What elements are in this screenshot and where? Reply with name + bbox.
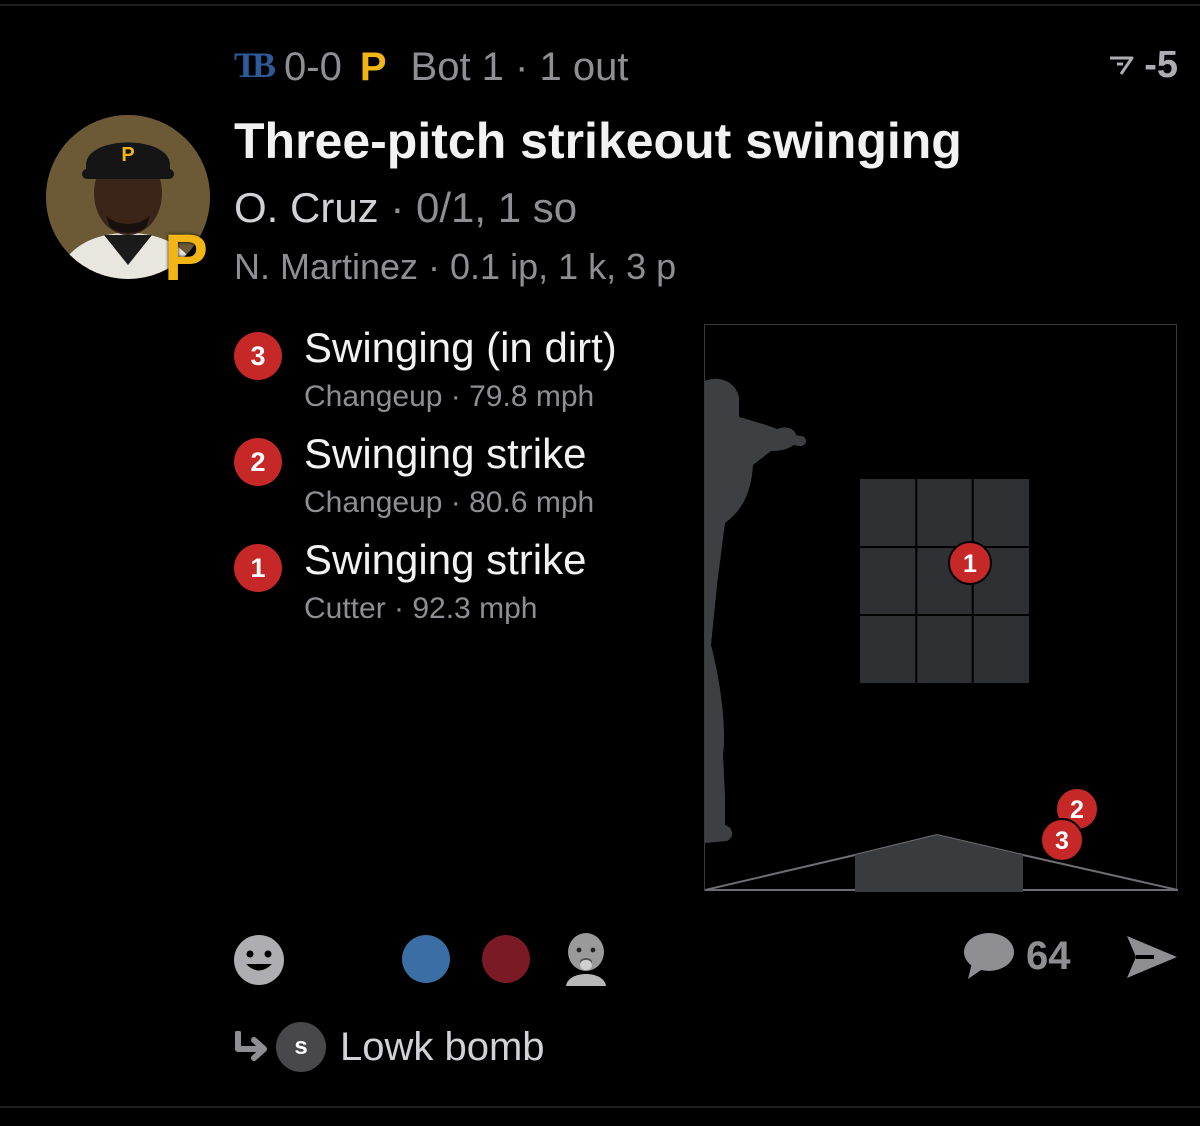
pitch-marker-label: 3 bbox=[1055, 827, 1069, 855]
batter-stats: · 0/1, 1 so bbox=[378, 184, 578, 231]
delta-value: -5 bbox=[1144, 44, 1178, 86]
top-divider bbox=[0, 4, 1200, 6]
pitch-item: 3 Swinging (in dirt) Changeup · 79.8 mph bbox=[232, 324, 692, 436]
pitch-number-badge: 3 bbox=[234, 332, 282, 380]
pitch-detail: Changeup · 80.6 mph bbox=[304, 486, 595, 519]
inning-status: Bot 1 · 1 out bbox=[410, 44, 629, 89]
batter-name[interactable]: O. Cruz bbox=[234, 184, 379, 231]
pitch-list: 3 Swinging (in dirt) Changeup · 79.8 mph… bbox=[232, 324, 692, 648]
pitch-result: Swinging strike bbox=[304, 430, 587, 477]
pitch-marker-1[interactable]: 1 bbox=[948, 541, 992, 585]
strike-zone-panel: 1 23 bbox=[704, 324, 1178, 892]
home-plate bbox=[705, 833, 1178, 892]
game-score-line[interactable]: TB 0-0 P Bot 1 · 1 out bbox=[234, 40, 628, 94]
score: 0-0 bbox=[284, 44, 342, 89]
team-badge: P bbox=[164, 220, 209, 294]
reply-arrow-icon bbox=[235, 1031, 267, 1061]
comment-count: 64 bbox=[1026, 933, 1071, 978]
emoji-icon[interactable] bbox=[232, 933, 286, 987]
home-team-logo: P bbox=[359, 44, 387, 89]
comment-button[interactable]: 64 bbox=[962, 931, 1071, 981]
pitch-item: 1 Swinging strike Cutter · 92.3 mph bbox=[232, 536, 692, 648]
send-icon[interactable] bbox=[1124, 933, 1180, 981]
pitch-number-badge: 1 bbox=[234, 544, 282, 592]
batter-silhouette bbox=[705, 378, 797, 843]
pitch-detail: Changeup · 79.8 mph bbox=[304, 380, 595, 413]
reply-preview[interactable]: s Lowk bomb bbox=[232, 1022, 545, 1072]
action-bar: 64 bbox=[0, 925, 1200, 995]
svg-text:P: P bbox=[121, 144, 134, 166]
pitch-marker-3[interactable]: 3 bbox=[1040, 818, 1084, 862]
pitch-item: 2 Swinging strike Changeup · 80.6 mph bbox=[232, 430, 692, 542]
baby-emoji-icon[interactable] bbox=[560, 930, 612, 986]
play-title: Three-pitch strikeout swinging bbox=[234, 113, 962, 169]
bottom-divider bbox=[0, 1106, 1200, 1108]
pitch-result: Swinging (in dirt) bbox=[304, 324, 617, 371]
pitch-result: Swinging strike bbox=[304, 536, 587, 583]
comment-icon bbox=[964, 933, 1014, 979]
pitcher-line: N. Martinez · 0.1 ip, 1 k, 3 p bbox=[234, 246, 677, 287]
pitch-number-badge: 2 bbox=[234, 438, 282, 486]
strike-zone-graphic: 1 23 bbox=[705, 378, 1178, 892]
reply-avatar: s bbox=[276, 1022, 326, 1072]
reaction-dot-blue[interactable] bbox=[402, 935, 450, 983]
away-team-logo: TB bbox=[234, 45, 276, 85]
pitch-marker-label: 2 bbox=[1070, 796, 1084, 824]
delta-arrow-icon bbox=[1110, 56, 1134, 75]
pitch-marker-label: 1 bbox=[963, 550, 977, 578]
strike-zone-grid bbox=[860, 479, 1029, 683]
pitch-detail: Cutter · 92.3 mph bbox=[304, 592, 538, 625]
reaction-dot-red[interactable] bbox=[482, 935, 530, 983]
reply-text: Lowk bomb bbox=[340, 1024, 545, 1069]
vote-delta[interactable]: -5 bbox=[1108, 44, 1178, 87]
batter-line: O. Cruz · 0/1, 1 so bbox=[234, 184, 577, 232]
